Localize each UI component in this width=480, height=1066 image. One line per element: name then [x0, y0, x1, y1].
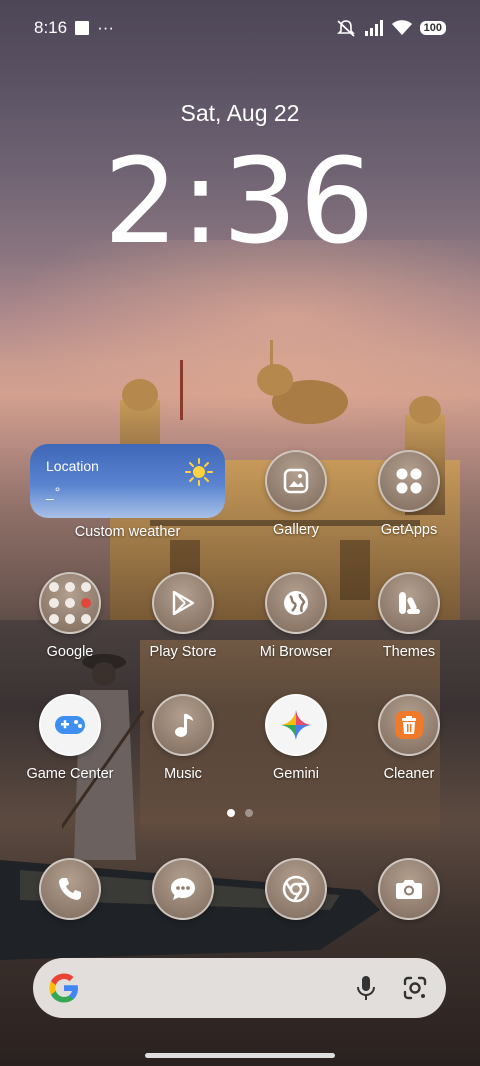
- app-label: Google: [46, 644, 94, 660]
- dock-chrome[interactable]: [241, 858, 351, 920]
- app-themes[interactable]: Themes: [354, 572, 464, 660]
- folder-icon: [39, 572, 101, 634]
- dock-messages[interactable]: [128, 858, 238, 920]
- google-lens-icon[interactable]: [402, 975, 428, 1001]
- app-play-store[interactable]: Play Store: [128, 572, 238, 660]
- app-label: GetApps: [380, 522, 438, 538]
- signal-icon: [364, 20, 383, 36]
- mute-icon: [336, 20, 355, 37]
- navigation-handle[interactable]: [145, 1053, 335, 1058]
- page-dot-active: [227, 809, 235, 817]
- wifi-icon: [391, 20, 412, 35]
- app-music[interactable]: Music: [128, 694, 238, 782]
- lockscreen-date: Sat, Aug 22: [180, 100, 300, 126]
- game-controller-icon: [39, 694, 101, 756]
- getapps-icon: [378, 450, 440, 512]
- themes-icon: [378, 572, 440, 634]
- app-getapps[interactable]: GetApps: [354, 450, 464, 538]
- google-search-bar[interactable]: [33, 958, 446, 1018]
- dock-phone[interactable]: [15, 858, 125, 920]
- app-label: Mi Browser: [259, 644, 333, 660]
- globe-icon: [265, 572, 327, 634]
- status-time: 8:16: [34, 18, 68, 37]
- more-notifications-icon: ···: [97, 18, 115, 37]
- messages-icon: [152, 858, 214, 920]
- app-gemini[interactable]: Gemini: [241, 694, 351, 782]
- app-label: Themes: [382, 644, 436, 660]
- music-note-icon: [152, 694, 214, 756]
- app-mi-browser[interactable]: Mi Browser: [241, 572, 351, 660]
- dock-camera[interactable]: [354, 858, 464, 920]
- app-label: Play Store: [149, 644, 217, 660]
- gallery-icon: [265, 450, 327, 512]
- app-game-center[interactable]: Game Center: [15, 694, 125, 782]
- folder-google[interactable]: Google: [15, 572, 125, 660]
- page-indicator: [0, 809, 480, 817]
- app-label: Cleaner: [383, 766, 435, 782]
- chrome-icon: [265, 858, 327, 920]
- app-gallery[interactable]: Gallery: [241, 450, 351, 538]
- trash-icon: [378, 694, 440, 756]
- play-store-icon: [152, 572, 214, 634]
- app-label: Music: [164, 766, 202, 782]
- battery-indicator: 100: [419, 21, 446, 35]
- gemini-icon: [265, 694, 327, 756]
- app-label: Gemini: [273, 766, 319, 782]
- app-label: Game Center: [26, 766, 114, 782]
- microphone-icon[interactable]: [356, 975, 376, 1001]
- notification-icon: [75, 21, 90, 35]
- weather-widget[interactable]: Location _°: [30, 444, 225, 518]
- google-logo-icon: [49, 973, 78, 1003]
- lockscreen-clock[interactable]: 2:36: [0, 132, 480, 270]
- weather-widget-label: Custom weather: [74, 524, 181, 540]
- camera-icon: [378, 858, 440, 920]
- phone-icon: [39, 858, 101, 920]
- app-label: Gallery: [273, 522, 319, 538]
- app-cleaner[interactable]: Cleaner: [354, 694, 464, 782]
- page-dot: [245, 809, 253, 817]
- weather-temperature: _°: [46, 484, 62, 500]
- status-bar: 8:16 ··· 100: [0, 0, 480, 56]
- sun-icon: [185, 458, 213, 486]
